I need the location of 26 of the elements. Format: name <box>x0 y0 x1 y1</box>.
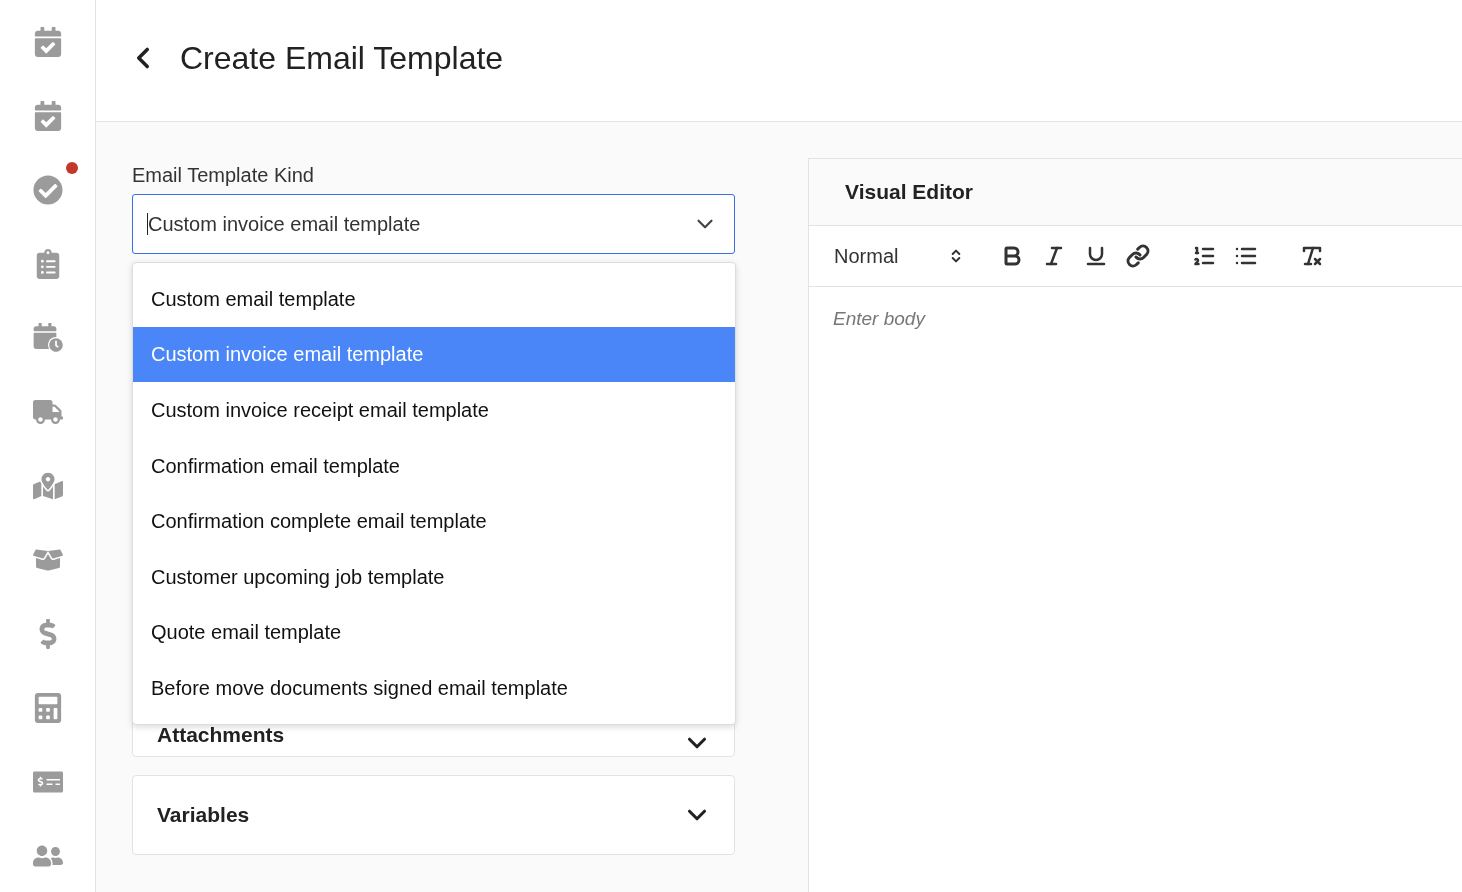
dropdown-option[interactable]: Before move documents signed email template <box>133 660 735 716</box>
format-select[interactable]: Normal <box>834 241 964 271</box>
body-field[interactable]: Enter body <box>809 287 1462 892</box>
section-title: Attachments <box>157 721 286 748</box>
dropdown-option[interactable]: Confirmation complete email template <box>133 493 735 549</box>
editor-title: Visual Editor <box>845 179 973 206</box>
calendar-clock-icon[interactable] <box>31 323 64 353</box>
calendar-check-icon[interactable] <box>32 27 63 57</box>
template-kind-select[interactable]: Custom invoice email template <box>132 194 735 254</box>
underline-icon[interactable] <box>1084 244 1108 268</box>
dropdown-option[interactable]: Custom email template <box>133 271 735 327</box>
dropdown-option[interactable]: Confirmation email template <box>133 437 735 494</box>
section-title: Variables <box>157 802 251 829</box>
link-icon[interactable] <box>1126 244 1150 268</box>
truck-icon[interactable] <box>32 397 63 427</box>
accordion-section[interactable]: Variables <box>132 775 735 855</box>
clear-format-icon[interactable] <box>1300 244 1324 268</box>
dropdown-option[interactable]: Customer upcoming job template <box>133 548 735 605</box>
page-title: Create Email Template <box>180 38 504 78</box>
dropdown-option[interactable]: Quote email template <box>133 604 735 661</box>
calculator-icon[interactable] <box>32 693 63 723</box>
ordered-list-icon[interactable] <box>1192 244 1216 268</box>
map-pin-icon[interactable] <box>32 471 63 501</box>
dropdown-option[interactable]: Custom invoice receipt email template <box>133 382 735 438</box>
calendar-check-icon[interactable] <box>32 101 63 131</box>
field-label: Email Template Kind <box>132 163 315 188</box>
